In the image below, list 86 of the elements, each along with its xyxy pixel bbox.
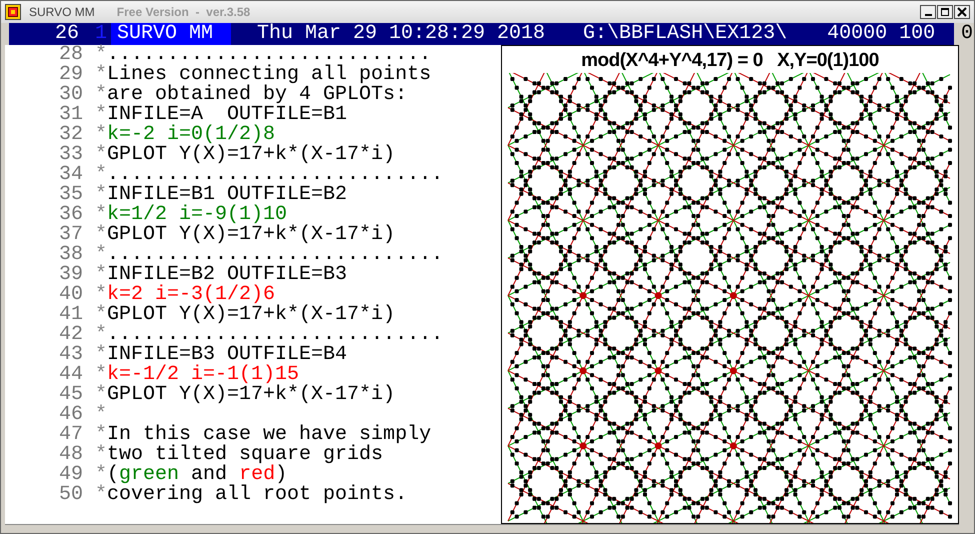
- line-number: 35: [58, 185, 83, 205]
- program-name: SURVO MM: [111, 23, 231, 45]
- line-marker: *: [95, 245, 108, 265]
- line-marker: *: [95, 165, 108, 185]
- line-number: 41: [58, 305, 83, 325]
- editor-line: k=-1/2 i=-1(1)15: [107, 365, 300, 385]
- line-marker: *: [95, 85, 108, 105]
- line-number: 29: [58, 65, 83, 85]
- line-number: 32: [58, 125, 83, 145]
- line-number: 49: [58, 465, 83, 485]
- width-count: 100: [899, 23, 936, 45]
- line-number: 37: [58, 225, 83, 245]
- editor-line: In this case we have simply: [107, 425, 432, 445]
- line-marker: *: [95, 225, 108, 245]
- editor-line: GPLOT Y(X)=17+k*(X-17*i): [107, 145, 396, 165]
- line-number: 48: [58, 445, 83, 465]
- line-marker: *: [95, 265, 108, 285]
- line-number: 38: [58, 245, 83, 265]
- mode-indicator: 0: [960, 23, 974, 45]
- line-number: 30: [58, 85, 83, 105]
- line-marker: *: [95, 465, 108, 485]
- maximize-button[interactable]: [937, 5, 953, 19]
- column-number: 1: [94, 23, 107, 45]
- editor-line: GPLOT Y(X)=17+k*(X-17*i): [107, 225, 396, 245]
- line-number: 45: [58, 385, 83, 405]
- editor-line: ............................: [107, 325, 444, 345]
- editor-line: INFILE=B2 OUTFILE=B3: [107, 265, 348, 285]
- version-label: Free Version - ver.3.58: [116, 5, 250, 19]
- line-number: 47: [58, 425, 83, 445]
- window-title: SURVO MM: [29, 5, 95, 19]
- line-marker: *: [95, 285, 108, 305]
- editor-line: GPLOT Y(X)=17+k*(X-17*i): [107, 385, 396, 405]
- line-marker: *: [95, 485, 108, 505]
- line-number: 33: [58, 145, 83, 165]
- editor-line: covering all root points.: [107, 485, 408, 505]
- editor-line: k=-2 i=0(1/2)8: [107, 125, 276, 145]
- app-icon: [5, 4, 21, 20]
- line-number: 31: [58, 105, 83, 125]
- line-marker: *: [95, 385, 108, 405]
- editor-line: ............................: [107, 245, 444, 265]
- close-button[interactable]: [954, 5, 970, 19]
- date-time: Thu Mar 29 10:28:29 2018: [257, 23, 546, 45]
- plot-title: mod(X^4+Y^4,17) = 0 X,Y=0(1)100: [581, 50, 879, 72]
- line-marker: *: [95, 205, 108, 225]
- editor-line: (green and red): [107, 465, 288, 485]
- editor-line: k=1/2 i=-9(1)10: [107, 205, 288, 225]
- line-number: 26: [54, 23, 79, 45]
- space-count: 40000: [827, 23, 888, 45]
- line-number: 28: [58, 45, 83, 65]
- line-marker: *: [95, 305, 108, 325]
- minimize-button[interactable]: [920, 5, 936, 19]
- line-marker: *: [95, 325, 108, 345]
- line-number: 39: [58, 265, 83, 285]
- line-marker: *: [95, 185, 108, 205]
- close-icon: [957, 7, 967, 17]
- line-number: 46: [58, 405, 83, 425]
- line-marker: *: [95, 65, 108, 85]
- editor-line: are obtained by 4 GPLOTs:: [107, 85, 408, 105]
- editor-line: two tilted square grids: [107, 445, 384, 465]
- editor-line: INFILE=B3 OUTFILE=B4: [107, 345, 348, 365]
- editor-line: INFILE=A OUTFILE=B1: [107, 105, 348, 125]
- line-marker: *: [95, 405, 108, 425]
- editor-line: ............................: [107, 165, 444, 185]
- line-marker: *: [95, 365, 108, 385]
- line-number: 50: [58, 485, 83, 505]
- line-marker: *: [95, 145, 108, 165]
- editor-line: INFILE=B1 OUTFILE=B2: [107, 185, 348, 205]
- line-number: 43: [58, 345, 83, 365]
- line-marker: *: [95, 105, 108, 125]
- editor-line: ...........................: [107, 45, 432, 65]
- path-label: G:\BBFLASH\EX123\: [583, 23, 788, 45]
- maximize-icon: [940, 7, 950, 17]
- line-number: 42: [58, 325, 83, 345]
- editor-line: k=2 i=-3(1/2)6: [107, 285, 276, 305]
- line-marker: *: [95, 445, 108, 465]
- editor-line: Lines connecting all points: [107, 65, 432, 85]
- line-number: 34: [58, 165, 83, 185]
- minimize-icon: [924, 14, 932, 16]
- line-number: 36: [58, 205, 83, 225]
- line-marker: *: [95, 345, 108, 365]
- line-marker: *: [95, 425, 108, 445]
- line-marker: *: [95, 45, 108, 65]
- line-marker: *: [95, 125, 108, 145]
- line-number: 40: [58, 285, 83, 305]
- editor-line: GPLOT Y(X)=17+k*(X-17*i): [107, 305, 396, 325]
- line-number: 44: [58, 365, 83, 385]
